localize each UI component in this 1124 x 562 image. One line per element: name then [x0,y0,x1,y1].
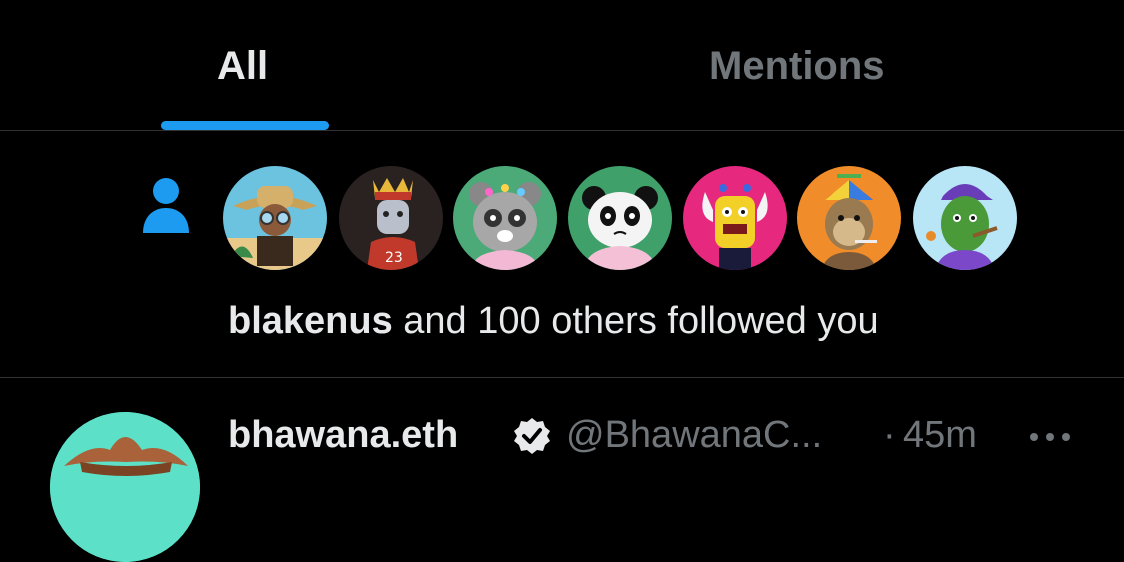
follower-avatar[interactable] [913,166,1017,270]
tabs-divider [0,130,1124,131]
follower-avatar[interactable]: 23 [339,166,443,270]
tweet-display-name[interactable]: bhawana.eth [228,410,458,460]
tab-all[interactable]: All [217,40,268,92]
tab-mentions[interactable]: Mentions [709,40,885,92]
follow-notification-text: blakenus and 100 others followed you [228,296,879,346]
notification-divider [0,377,1124,378]
follower-name[interactable]: blakenus [228,300,393,342]
tweet-timestamp[interactable]: 45m [903,410,977,460]
active-tab-indicator [161,121,329,130]
follow-summary: and 100 others followed you [392,300,879,342]
follower-avatar[interactable] [223,166,327,270]
svg-text:23: 23 [385,250,403,266]
person-icon [143,178,189,233]
tweet-handle[interactable]: @BhawanaC... [566,410,822,460]
follower-avatar[interactable] [453,166,557,270]
tweet-author-avatar[interactable] [50,412,200,562]
separator-dot: · [883,414,896,456]
follower-avatar[interactable] [683,166,787,270]
follower-avatar[interactable] [568,166,672,270]
follower-avatar[interactable] [797,166,901,270]
notification-tabs: All Mentions [0,0,1124,130]
more-options-icon[interactable] [1028,422,1073,452]
verified-badge-icon [514,418,550,454]
